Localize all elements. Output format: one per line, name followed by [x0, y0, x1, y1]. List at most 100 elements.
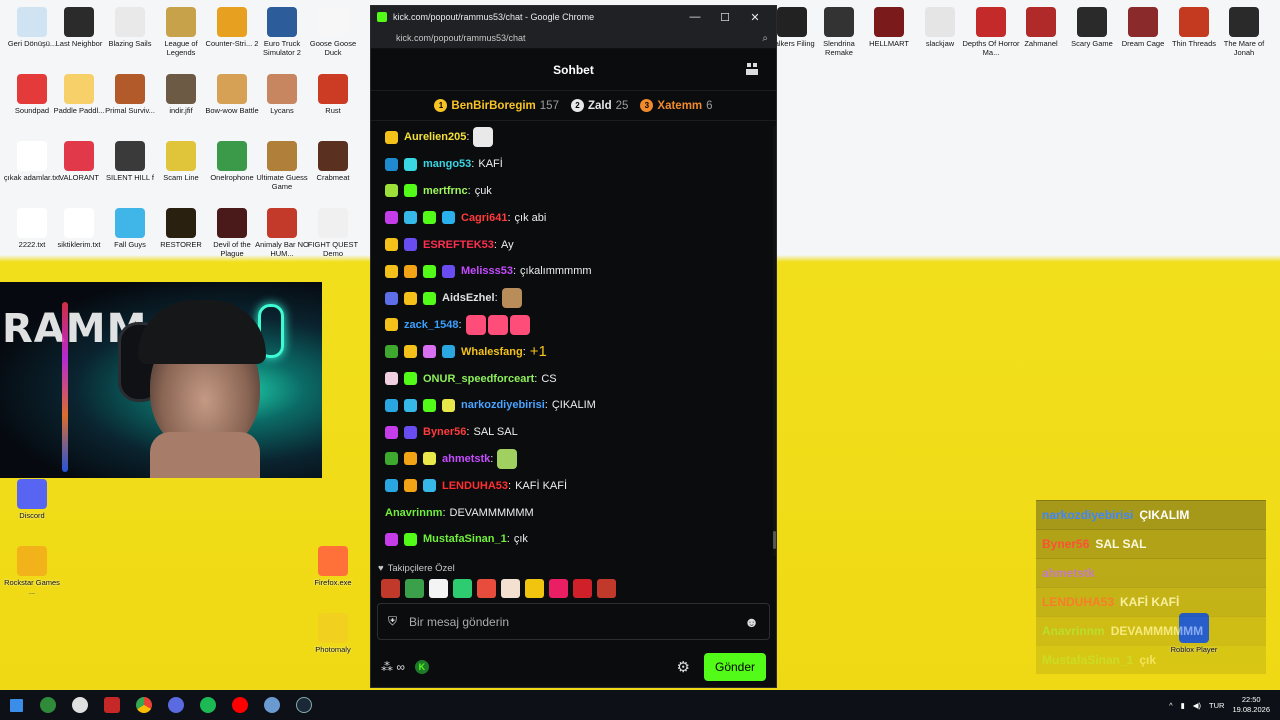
chat-username[interactable]: ahmetstk — [442, 453, 490, 465]
desktop-icon[interactable]: FIGHT QUEST Demo — [304, 206, 362, 272]
taskbar-app-icon[interactable] — [160, 690, 192, 720]
clock[interactable]: 22:50 19.08.2026 — [1232, 695, 1270, 715]
chat-message[interactable]: mango53: KAFİ — [385, 151, 776, 178]
leaderboard-entry[interactable]: 2 Zald 25 — [570, 99, 628, 112]
chat-message[interactable]: zack_1548: — [385, 312, 776, 339]
start-button[interactable] — [0, 690, 32, 720]
spotify-icon[interactable] — [192, 690, 224, 720]
chat-username[interactable]: narkozdiyebirisi — [461, 399, 545, 411]
emote-icon[interactable] — [573, 579, 592, 598]
chat-message[interactable]: AidsEzhel: — [385, 285, 776, 312]
chat-username[interactable]: mertfrnc — [423, 185, 468, 197]
desktop-icon[interactable]: Crabmeat — [304, 139, 362, 205]
emote-icon[interactable] — [525, 579, 544, 598]
chrome-taskbar-icon[interactable] — [128, 690, 160, 720]
emote-icon[interactable] — [381, 579, 400, 598]
taskbar-app-icon[interactable] — [32, 690, 64, 720]
taskbar-app-icon[interactable] — [96, 690, 128, 720]
maximize-button[interactable]: ☐ — [710, 11, 740, 24]
desktop-icon[interactable]: SILENT HILL f — [101, 139, 159, 205]
chat-message[interactable]: narkozdiyebirisi: ÇIKALIM — [385, 392, 776, 419]
youtube-icon[interactable] — [224, 690, 256, 720]
emote-icon[interactable] — [501, 579, 520, 598]
chat-message[interactable]: LENDUHA53: KAFİ KAFİ — [385, 472, 776, 499]
users-icon[interactable] — [744, 61, 760, 77]
message-input[interactable] — [409, 614, 745, 629]
chat-message[interactable]: MustafaSinan_1: çık — [385, 526, 776, 553]
desktop-icon[interactable]: Scary Game — [1063, 5, 1121, 71]
zoom-icon[interactable]: ⌕ — [762, 33, 768, 44]
desktop-icon[interactable]: Euro Truck Simulator 2 — [253, 5, 311, 71]
emote-icon[interactable] — [429, 579, 448, 598]
chat-username[interactable]: zack_1548 — [404, 319, 458, 331]
chat-username[interactable]: ESREFTEK53 — [423, 239, 494, 251]
desktop-icon[interactable]: Rust — [304, 72, 362, 138]
chat-message[interactable]: Melisss53: çıkalımmmmm — [385, 258, 776, 285]
url-text[interactable]: kick.com/popout/rammus53/chat — [396, 33, 762, 43]
leaderboard-entry[interactable]: 1 BenBirBoregim 157 — [434, 99, 559, 112]
chat-username[interactable]: Melisss53 — [461, 265, 513, 277]
chat-message[interactable]: mertfrnc: çuk — [385, 178, 776, 205]
chat-username[interactable]: mango53 — [423, 158, 471, 170]
desktop-icon[interactable]: Ultimate Guess Game — [253, 139, 311, 205]
desktop-icon[interactable]: Last Neighbor — [50, 5, 108, 71]
desktop-icon[interactable]: Goose Goose Duck — [304, 5, 362, 71]
chat-username[interactable]: MustafaSinan_1 — [423, 533, 507, 545]
scrollbar-thumb[interactable] — [773, 531, 776, 549]
kick-logo-icon[interactable]: K — [414, 660, 429, 674]
desktop-icon[interactable]: Dream Cage — [1114, 5, 1172, 71]
desktop-icon[interactable]: Primal Surviv... — [101, 72, 159, 138]
steam-icon[interactable] — [288, 690, 320, 720]
desktop-icon[interactable]: Photomaly — [304, 611, 362, 677]
chat-message[interactable]: Anavrinnm: DEVAMMMMMM — [385, 499, 776, 526]
chat-message[interactable]: ESREFTEK53: Ay — [385, 231, 776, 258]
desktop-icon[interactable]: Lycans — [253, 72, 311, 138]
desktop-icon[interactable]: indir.jfif — [152, 72, 210, 138]
chat-message[interactable]: Cagri641: çık abi — [385, 204, 776, 231]
desktop-icon[interactable]: Rockstar Games ... — [3, 544, 61, 610]
chat-username[interactable]: AidsEzhel — [442, 292, 495, 304]
settings-gear-icon[interactable]: ⚙ — [677, 658, 690, 676]
chat-scrollbar[interactable] — [773, 126, 776, 556]
emote-icon[interactable] — [597, 579, 616, 598]
taskbar-app-icon[interactable] — [256, 690, 288, 720]
desktop-icon[interactable]: Zahmanel — [1012, 5, 1070, 71]
desktop-icon[interactable]: Fall Guys — [101, 206, 159, 272]
desktop-icon[interactable]: slackjaw — [911, 5, 969, 71]
minimize-button[interactable]: — — [680, 11, 710, 23]
network-icon[interactable]: ▮ — [1181, 701, 1185, 710]
chat-username[interactable]: ONUR_speedforceart — [423, 373, 534, 385]
points-icon[interactable]: ⁂ ∞ — [381, 660, 405, 674]
desktop-icon[interactable]: Animaly Bar NO HUM... — [253, 206, 311, 272]
chat-message[interactable]: Byner56: SAL SAL — [385, 419, 776, 446]
chrome-popup-window[interactable]: kick.com/popout/rammus53/chat - Google C… — [370, 5, 777, 688]
desktop-icon[interactable]: siktiklerim.txt — [50, 206, 108, 272]
desktop-icon[interactable]: HELLMART — [860, 5, 918, 71]
chat-username[interactable]: Cagri641 — [461, 212, 507, 224]
taskbar-app-icon[interactable] — [64, 690, 96, 720]
message-input-box[interactable]: ⛨ ☻ — [377, 603, 770, 640]
chat-message[interactable]: Whalesfang: +1 — [385, 338, 776, 365]
chat-username[interactable]: Aurelien205 — [404, 131, 466, 143]
desktop-icon[interactable]: The Mare of Jonah — [1215, 5, 1273, 71]
emote-icon[interactable] — [405, 579, 424, 598]
window-titlebar[interactable]: kick.com/popout/rammus53/chat - Google C… — [371, 6, 776, 28]
send-button[interactable]: Gönder — [704, 653, 766, 681]
language-indicator[interactable]: TUR — [1209, 701, 1224, 710]
chat-username[interactable]: Anavrinnm — [385, 507, 442, 519]
chat-username[interactable]: LENDUHA53 — [442, 480, 508, 492]
chat-message[interactable]: Aurelien205: — [385, 124, 776, 151]
tray-up-icon[interactable]: ^ — [1169, 701, 1173, 710]
chat-username[interactable]: Whalesfang — [461, 346, 523, 358]
close-button[interactable]: ✕ — [740, 11, 770, 24]
chat-messages[interactable]: Aurelien205: mango53: KAFİ mertfrnc: çuk Cagr… — [371, 124, 776, 561]
emote-icon[interactable] — [453, 579, 472, 598]
address-bar[interactable]: kick.com/popout/rammus53/chat ⌕ — [371, 28, 776, 49]
shield-icon[interactable]: ⛨ — [388, 614, 397, 629]
chat-message[interactable]: ahmetstk: — [385, 446, 776, 473]
chat-username[interactable]: Byner56 — [423, 426, 466, 438]
desktop-icon[interactable]: Paddle Paddl... — [50, 72, 108, 138]
emote-icon[interactable] — [477, 579, 496, 598]
chat-message[interactable]: ONUR_speedforceart: CS — [385, 365, 776, 392]
desktop-icon[interactable]: Scam Line — [152, 139, 210, 205]
